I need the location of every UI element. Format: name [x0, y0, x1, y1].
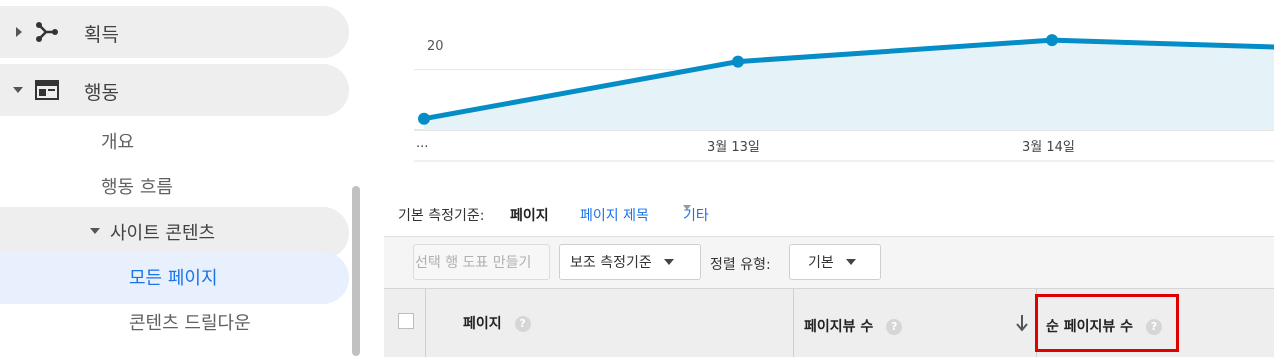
- column-divider: [793, 289, 794, 357]
- sidebar-scrollbar[interactable]: [352, 186, 360, 356]
- acquisition-icon: [36, 22, 58, 42]
- sidebar-item-behavior-flow[interactable]: 행동 흐름: [101, 173, 173, 199]
- column-divider: [425, 289, 426, 357]
- sidebar: 획득 행동 개요 행동 흐름 사이트 콘텐츠 모든 페이지 콘텐츠 드릴다운: [0, 0, 363, 356]
- column-header-label: 페이지뷰 수: [804, 319, 874, 335]
- y-tick-label: 20: [427, 39, 444, 54]
- sidebar-item-label: 획득: [84, 24, 119, 46]
- primary-dimension-label: 기본 측정기준:: [398, 208, 485, 224]
- x-tick-label: 3월 14일: [1022, 140, 1075, 155]
- secondary-dimension-label: 보조 측정기준: [570, 255, 652, 271]
- plot-rows-button[interactable]: 선택 행 도표 만들기: [413, 244, 550, 280]
- sidebar-item-behavior[interactable]: 행동: [0, 64, 349, 116]
- line-chart: [384, 0, 1274, 170]
- chevron-down-icon: [845, 259, 856, 265]
- sort-type-value: 기본: [808, 255, 834, 271]
- help-icon[interactable]: ?: [886, 319, 903, 335]
- sort-type-select[interactable]: 기본: [789, 244, 881, 280]
- behavior-icon: [35, 80, 59, 100]
- column-header-pageviews[interactable]: 페이지뷰 수 ?: [804, 316, 903, 336]
- select-all-checkbox[interactable]: [398, 313, 414, 329]
- dimension-page: 페이지: [510, 208, 549, 224]
- dimension-page-title-link[interactable]: 페이지 제목: [580, 205, 649, 225]
- sidebar-item-label: 사이트 콘텐츠: [110, 223, 216, 244]
- chevron-down-icon: [683, 205, 691, 210]
- caret-down-icon: [13, 87, 23, 93]
- sidebar-item-label: 행동: [84, 82, 119, 104]
- data-point: [418, 112, 430, 125]
- chart-svg: [414, 34, 1274, 162]
- caret-right-icon: [16, 27, 22, 37]
- sidebar-item-label: 모든 페이지: [129, 268, 218, 289]
- secondary-dimension-button[interactable]: 보조 측정기준: [559, 244, 701, 280]
- data-point: [1046, 34, 1058, 47]
- help-icon[interactable]: ?: [514, 316, 531, 332]
- caret-down-icon: [90, 228, 100, 234]
- data-point: [732, 55, 744, 68]
- x-tick-label: 3월 13일: [707, 140, 760, 155]
- sort-descending-icon[interactable]: [1014, 313, 1030, 333]
- column-header-label: 페이지: [463, 316, 502, 332]
- highlight-box: [1035, 294, 1179, 352]
- x-tick-label: ...: [416, 136, 429, 151]
- column-header-page[interactable]: 페이지 ?: [463, 313, 531, 333]
- sidebar-item-acquisition[interactable]: 획득: [0, 6, 349, 58]
- sidebar-item-content-drilldown[interactable]: 콘텐츠 드릴다운: [129, 309, 251, 335]
- chevron-down-icon: [663, 259, 674, 265]
- sidebar-item-overview[interactable]: 개요: [101, 128, 134, 154]
- sort-type-label: 정렬 유형:: [710, 257, 771, 273]
- sidebar-item-all-pages[interactable]: 모든 페이지: [0, 252, 349, 304]
